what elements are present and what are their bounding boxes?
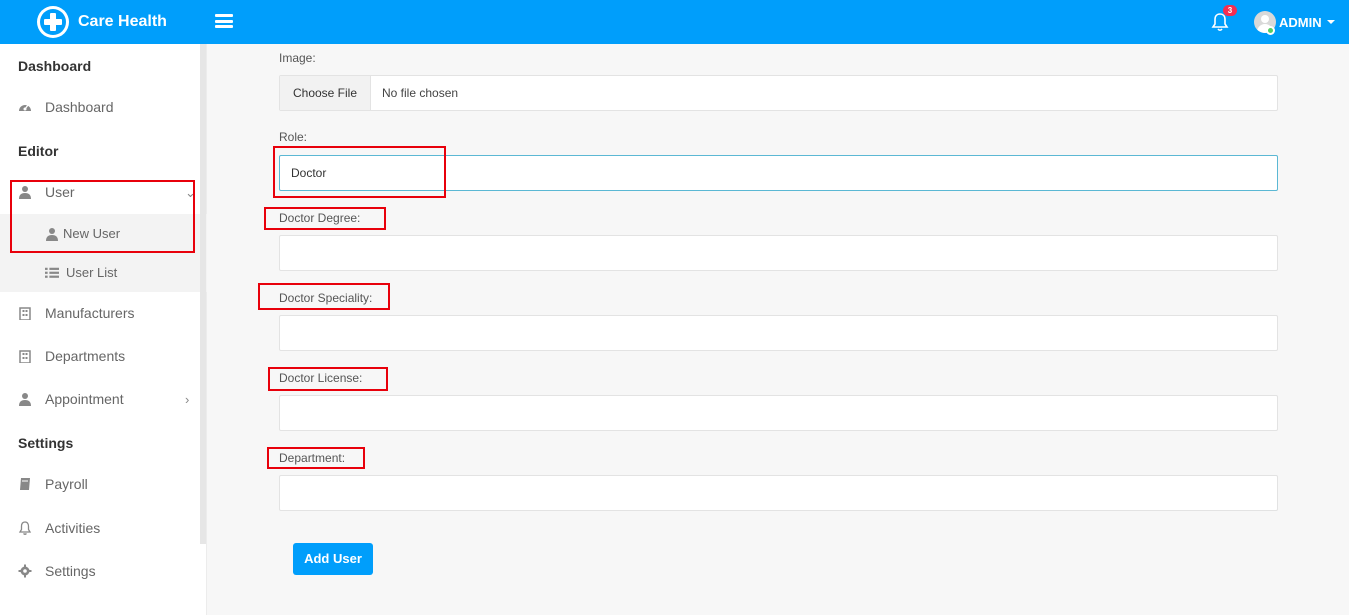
brand-name: Care Health xyxy=(78,12,167,30)
department-input[interactable] xyxy=(279,475,1278,511)
hamburger-menu-icon[interactable] xyxy=(215,14,233,28)
highlight-box-doctor-license xyxy=(268,367,388,391)
role-label: Role: xyxy=(279,130,308,144)
notification-count-badge: 3 xyxy=(1223,5,1237,16)
sidebar-item-label: Payroll xyxy=(45,476,88,492)
hospital-building-icon xyxy=(19,307,31,320)
sidebar-item-label: Appointment xyxy=(45,391,124,407)
choose-file-button[interactable]: Choose File xyxy=(280,76,371,110)
sidebar-item-dashboard[interactable]: Dashboard xyxy=(0,95,200,119)
list-icon xyxy=(45,267,59,278)
sidebar-item-user-list[interactable]: User List xyxy=(0,261,200,285)
medical-cross-logo-icon xyxy=(37,5,69,38)
sidebar-section-settings: Settings xyxy=(18,435,74,451)
file-status-text: No file chosen xyxy=(382,86,459,100)
sidebar-item-departments[interactable]: Departments xyxy=(0,344,200,368)
sidebar-item-settings[interactable]: Settings xyxy=(0,559,200,583)
highlight-box-doctor-degree xyxy=(264,207,386,230)
highlight-box-user-menu xyxy=(10,180,195,253)
chevron-right-icon: › xyxy=(185,392,190,407)
sidebar-scrollbar[interactable] xyxy=(200,44,206,544)
sidebar-item-payroll[interactable]: Payroll xyxy=(0,472,200,496)
sidebar-item-appointment[interactable]: Appointment › xyxy=(0,387,200,411)
sidebar-item-label: Manufacturers xyxy=(45,305,135,321)
add-user-button[interactable]: Add User xyxy=(293,543,373,575)
user-name: ADMIN xyxy=(1279,14,1322,30)
sidebar-item-label: Dashboard xyxy=(45,99,114,115)
sidebar-section-dashboard: Dashboard xyxy=(18,58,92,74)
online-status-dot xyxy=(1266,26,1275,35)
sidebar-section-editor: Editor xyxy=(18,143,59,159)
doctor-license-input[interactable] xyxy=(279,395,1278,431)
highlight-box-role xyxy=(273,146,446,198)
highlight-box-department xyxy=(267,447,365,469)
user-md-icon xyxy=(19,393,31,406)
sidebar-item-label: Activities xyxy=(45,520,101,536)
gear-icon xyxy=(18,564,32,578)
bell-icon xyxy=(18,521,32,535)
brand-logo-link[interactable]: Care Health xyxy=(37,5,167,38)
doctor-degree-input[interactable] xyxy=(279,235,1278,271)
image-file-input[interactable]: Choose File No file chosen xyxy=(279,75,1278,111)
sidebar-item-label: Departments xyxy=(45,348,126,364)
sidebar-item-manufacturers[interactable]: Manufacturers xyxy=(0,301,200,325)
dashboard-gauge-icon xyxy=(19,104,31,111)
highlight-box-doctor-speciality xyxy=(258,283,390,310)
sidebar-item-label: User List xyxy=(66,265,118,280)
top-navbar: Care Health 3 ADMIN xyxy=(0,0,1349,44)
sidebar: Dashboard Dashboard Editor User ⌄ New Us… xyxy=(0,44,207,615)
hospital-building-icon xyxy=(19,350,31,363)
doctor-speciality-input[interactable] xyxy=(279,315,1278,351)
sidebar-item-label: Settings xyxy=(45,563,96,579)
book-icon xyxy=(20,478,30,490)
sidebar-item-activities[interactable]: Activities xyxy=(0,516,200,540)
image-label: Image: xyxy=(279,51,316,65)
caret-down-icon xyxy=(1326,20,1335,24)
